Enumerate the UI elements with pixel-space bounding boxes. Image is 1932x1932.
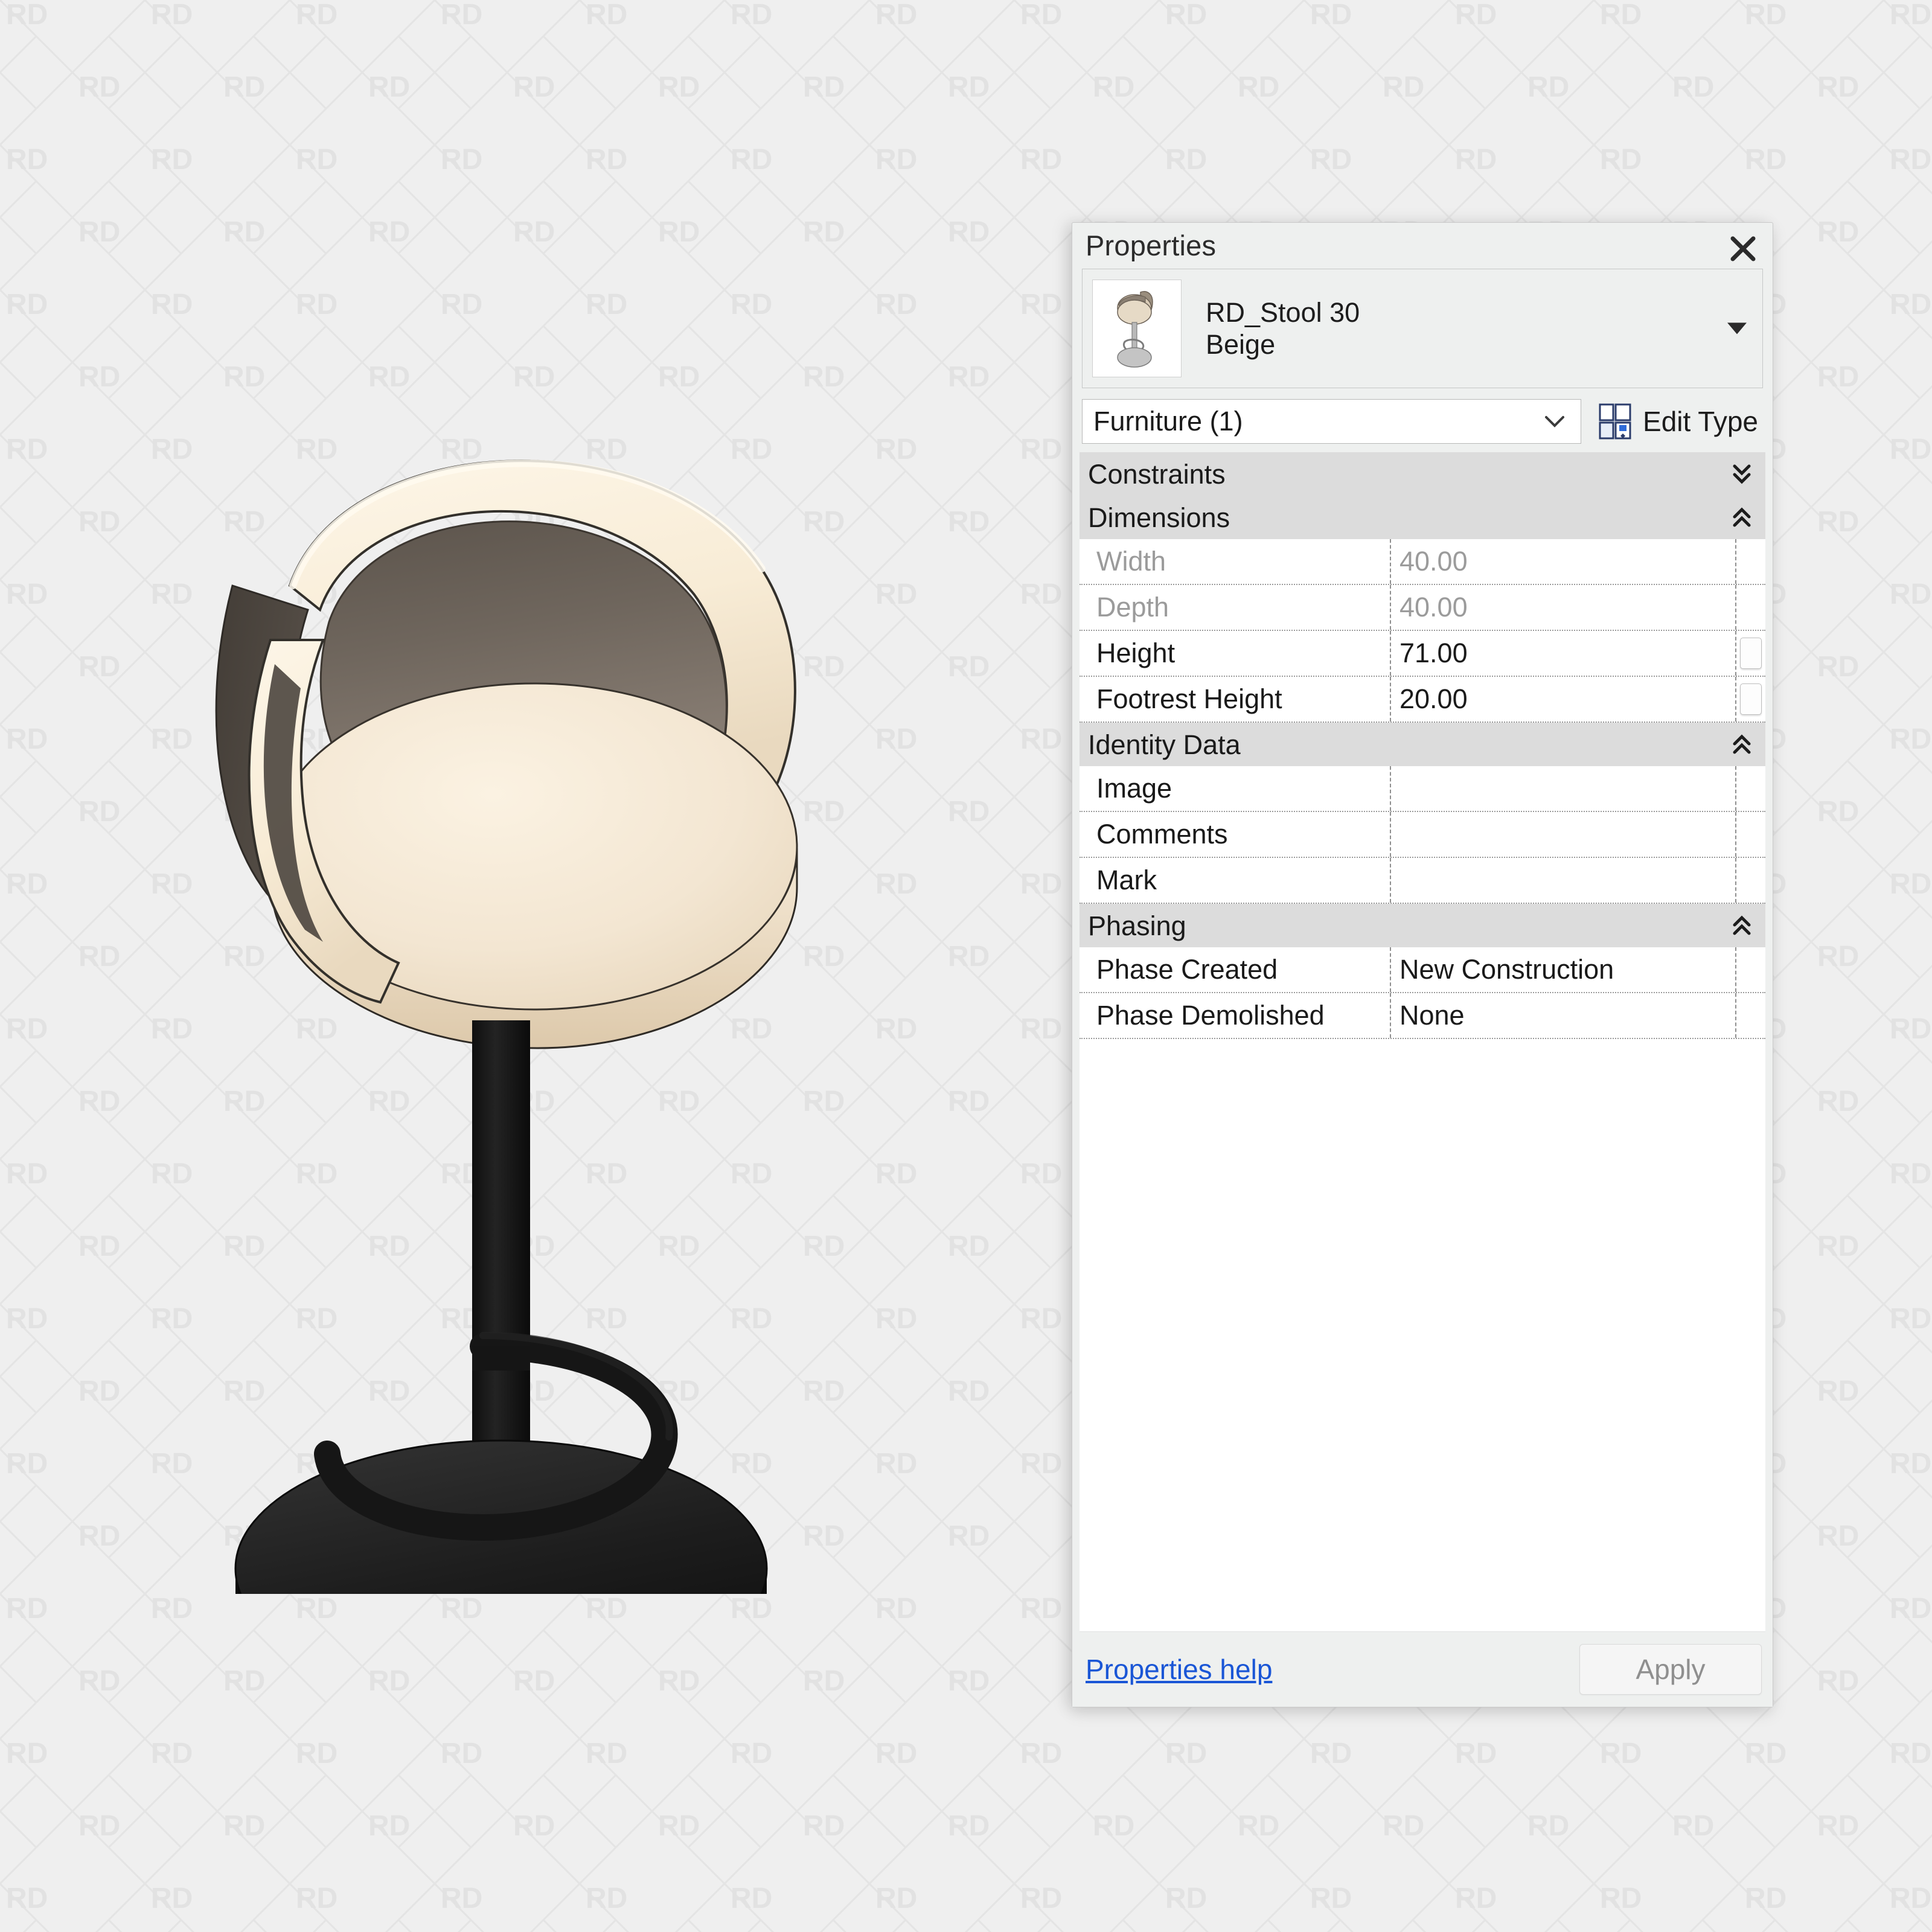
property-row-action-cell xyxy=(1736,677,1765,721)
edit-type-label: Edit Type xyxy=(1643,406,1758,437)
property-row-action-cell xyxy=(1736,631,1765,676)
property-row-action-cell xyxy=(1736,947,1765,992)
table-row[interactable]: Mark xyxy=(1080,858,1765,904)
properties-palette: Properties RD_Stool 30 Beige Furniture (… xyxy=(1072,222,1773,1707)
section-header-phasing[interactable]: Phasing xyxy=(1080,904,1765,947)
close-glyph xyxy=(1730,236,1756,261)
section-label: Constraints xyxy=(1088,458,1226,490)
associate-parameter-button[interactable] xyxy=(1740,683,1762,715)
property-value[interactable]: 71.00 xyxy=(1391,631,1736,676)
property-row-action-cell xyxy=(1736,766,1765,811)
apply-label: Apply xyxy=(1636,1654,1706,1685)
property-label: Phase Created xyxy=(1080,947,1391,992)
property-label: Image xyxy=(1080,766,1391,811)
category-row: Furniture (1) Edit Type xyxy=(1082,399,1763,444)
property-row-action-cell xyxy=(1736,858,1765,903)
family-name: RD_Stool 30 xyxy=(1206,296,1360,328)
section-label: Identity Data xyxy=(1088,729,1241,760)
close-icon[interactable] xyxy=(1724,232,1762,265)
apply-button[interactable]: Apply xyxy=(1579,1644,1762,1695)
property-value[interactable]: New Construction xyxy=(1391,947,1736,992)
caret-down-icon[interactable] xyxy=(1727,322,1747,334)
property-label: Width xyxy=(1080,539,1391,584)
table-row[interactable]: Phase Demolished None xyxy=(1080,993,1765,1039)
type-selector[interactable]: RD_Stool 30 Beige xyxy=(1082,269,1763,388)
chevron-down-icon xyxy=(1545,416,1565,427)
property-value[interactable]: None xyxy=(1391,993,1736,1038)
category-value: Furniture (1) xyxy=(1093,406,1243,437)
stool-thumbnail-glyph xyxy=(1117,291,1153,368)
property-label: Phase Demolished xyxy=(1080,993,1391,1038)
property-label: Height xyxy=(1080,631,1391,676)
section-label: Dimensions xyxy=(1088,502,1230,533)
property-row-action-cell xyxy=(1736,812,1765,857)
property-value[interactable] xyxy=(1391,858,1736,903)
property-value[interactable] xyxy=(1391,766,1736,811)
section-label: Phasing xyxy=(1088,910,1186,941)
edit-type-icon xyxy=(1599,403,1631,440)
table-row[interactable]: Phase Created New Construction xyxy=(1080,947,1765,993)
type-name: Beige xyxy=(1206,329,1276,360)
double-chevron-up-icon xyxy=(1733,734,1751,754)
property-row-action-cell xyxy=(1736,539,1765,584)
page-title: Properties xyxy=(1086,229,1217,261)
double-chevron-down-icon xyxy=(1733,464,1751,484)
section-header-dimensions[interactable]: Dimensions xyxy=(1080,496,1765,539)
table-row[interactable]: Depth 40.00 xyxy=(1080,585,1765,631)
associate-parameter-button[interactable] xyxy=(1740,638,1762,669)
panel-footer: Properties help Apply xyxy=(1072,1632,1773,1707)
property-label: Mark xyxy=(1080,858,1391,903)
type-labels: RD_Stool 30 Beige xyxy=(1206,298,1360,359)
table-row[interactable]: Footrest Height 20.00 xyxy=(1080,677,1765,723)
property-value[interactable]: 20.00 xyxy=(1391,677,1736,721)
properties-help-link[interactable]: Properties help xyxy=(1086,1655,1272,1683)
property-label: Depth xyxy=(1080,585,1391,630)
property-label: Comments xyxy=(1080,812,1391,857)
property-value[interactable] xyxy=(1391,812,1736,857)
property-row-action-cell xyxy=(1736,993,1765,1038)
table-row[interactable]: Image xyxy=(1080,766,1765,812)
table-row[interactable]: Comments xyxy=(1080,812,1765,858)
section-header-constraints[interactable]: Constraints xyxy=(1080,452,1765,496)
table-row[interactable]: Height 71.00 xyxy=(1080,631,1765,677)
property-label: Footrest Height xyxy=(1080,677,1391,721)
category-select[interactable]: Furniture (1) xyxy=(1082,399,1582,444)
panel-titlebar: Properties xyxy=(1072,223,1773,267)
double-chevron-up-icon xyxy=(1733,915,1751,935)
property-value[interactable]: 40.00 xyxy=(1391,539,1736,584)
property-grid-empty-area xyxy=(1080,1039,1765,1632)
table-row[interactable]: Width 40.00 xyxy=(1080,539,1765,585)
section-header-identity-data[interactable]: Identity Data xyxy=(1080,723,1765,766)
double-chevron-up-icon xyxy=(1733,507,1751,527)
stool-3d-render xyxy=(215,459,798,1594)
property-grid: Constraints Dimensions Width 40.00 Depth 40.0… xyxy=(1080,452,1765,1632)
stool-thumbnail xyxy=(1092,280,1182,377)
property-value[interactable]: 40.00 xyxy=(1391,585,1736,630)
edit-type-button[interactable]: Edit Type xyxy=(1598,403,1763,440)
property-row-action-cell xyxy=(1736,585,1765,630)
